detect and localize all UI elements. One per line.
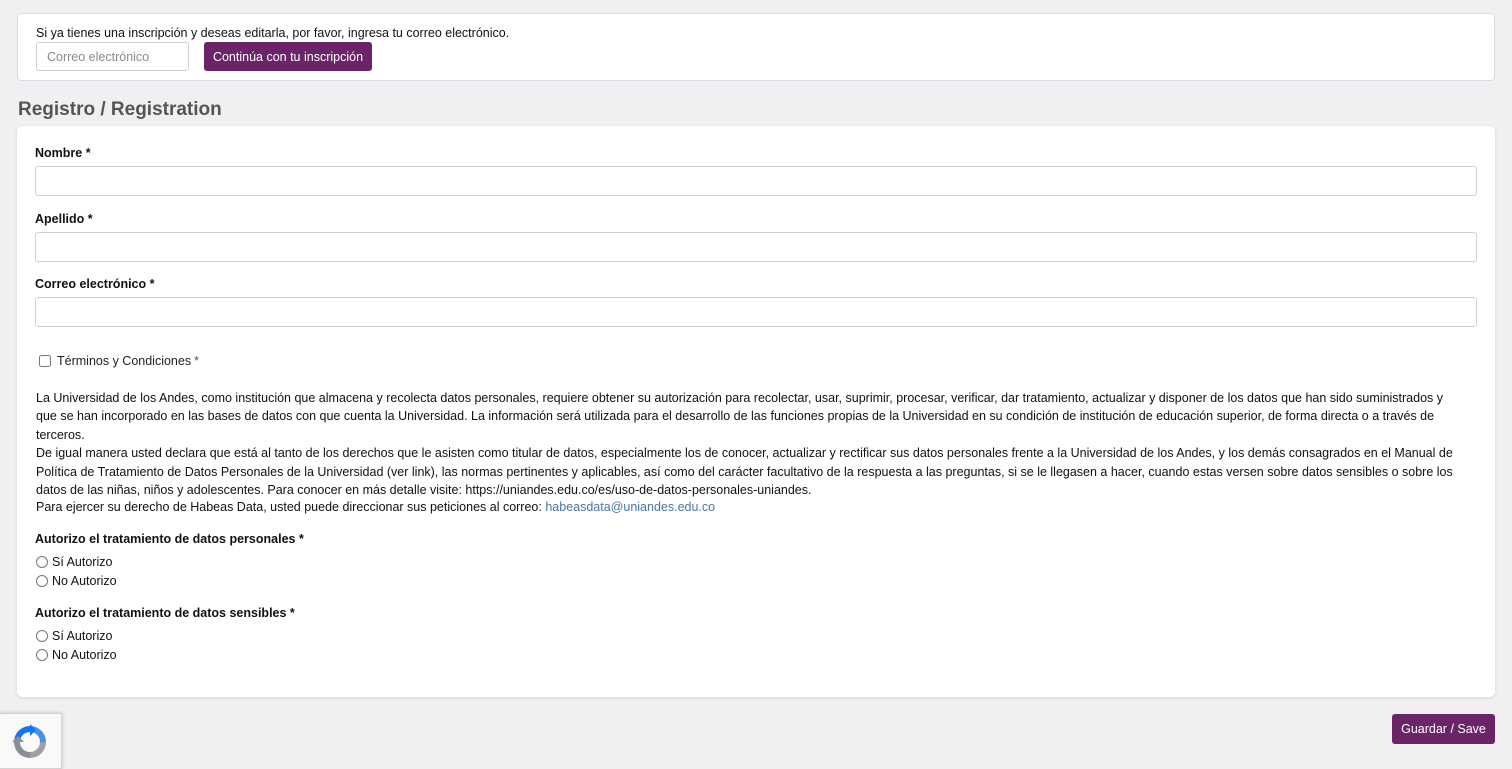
- last-name-label: Apellido *: [35, 212, 93, 226]
- edit-registration-card: Si ya tienes una inscripción y deseas ed…: [17, 13, 1495, 81]
- personal-data-yes-label: Sí Autorizo: [52, 555, 113, 569]
- recaptcha-icon: [12, 724, 46, 758]
- email-label: Correo electrónico *: [35, 277, 155, 291]
- continue-registration-button[interactable]: Continúa con tu inscripción: [204, 42, 372, 71]
- sensitive-data-label: Autorizo el tratamiento de datos sensibl…: [35, 606, 295, 620]
- personal-data-yes-option[interactable]: Sí Autorizo: [36, 555, 112, 569]
- sensitive-data-yes-label: Sí Autorizo: [52, 629, 113, 643]
- personal-data-no-option[interactable]: No Autorizo: [36, 574, 117, 588]
- personal-data-label: Autorizo el tratamiento de datos persona…: [35, 532, 304, 546]
- habeas-data-email-link[interactable]: habeasdata@uniandes.edu.co: [545, 500, 715, 514]
- privacy-paragraph-1: La Universidad de los Andes, como instit…: [36, 391, 1444, 442]
- sensitive-data-no-option[interactable]: No Autorizo: [36, 648, 117, 662]
- edit-registration-intro: Si ya tienes una inscripción y deseas ed…: [36, 26, 510, 40]
- first-name-label: Nombre *: [35, 146, 91, 160]
- terms-label: Términos y Condiciones: [57, 354, 192, 368]
- habeas-data-notice: Para ejercer su derecho de Habeas Data, …: [36, 500, 715, 514]
- save-button[interactable]: Guardar / Save: [1392, 714, 1495, 744]
- personal-data-yes-radio[interactable]: [36, 556, 48, 568]
- sensitive-data-no-radio[interactable]: [36, 649, 48, 661]
- last-name-input[interactable]: [35, 232, 1477, 262]
- first-name-input[interactable]: [35, 166, 1477, 196]
- terms-row: Términos y Condiciones *: [39, 354, 199, 368]
- existing-email-input[interactable]: [36, 42, 189, 71]
- privacy-notice: La Universidad de los Andes, como instit…: [36, 389, 1466, 499]
- sensitive-data-yes-option[interactable]: Sí Autorizo: [36, 629, 112, 643]
- page-title: Registro / Registration: [18, 99, 222, 120]
- recaptcha-badge[interactable]: [0, 713, 62, 769]
- terms-checkbox[interactable]: [39, 355, 51, 367]
- personal-data-no-label: No Autorizo: [52, 574, 117, 588]
- terms-required-mark: *: [194, 354, 199, 368]
- registration-form: Nombre * Apellido * Correo electrónico *…: [17, 126, 1495, 697]
- habeas-data-text: Para ejercer su derecho de Habeas Data, …: [36, 500, 542, 514]
- sensitive-data-yes-radio[interactable]: [36, 630, 48, 642]
- email-input[interactable]: [35, 297, 1477, 327]
- privacy-paragraph-2: De igual manera usted declara que está a…: [36, 446, 1453, 498]
- personal-data-no-radio[interactable]: [36, 575, 48, 587]
- sensitive-data-no-label: No Autorizo: [52, 648, 117, 662]
